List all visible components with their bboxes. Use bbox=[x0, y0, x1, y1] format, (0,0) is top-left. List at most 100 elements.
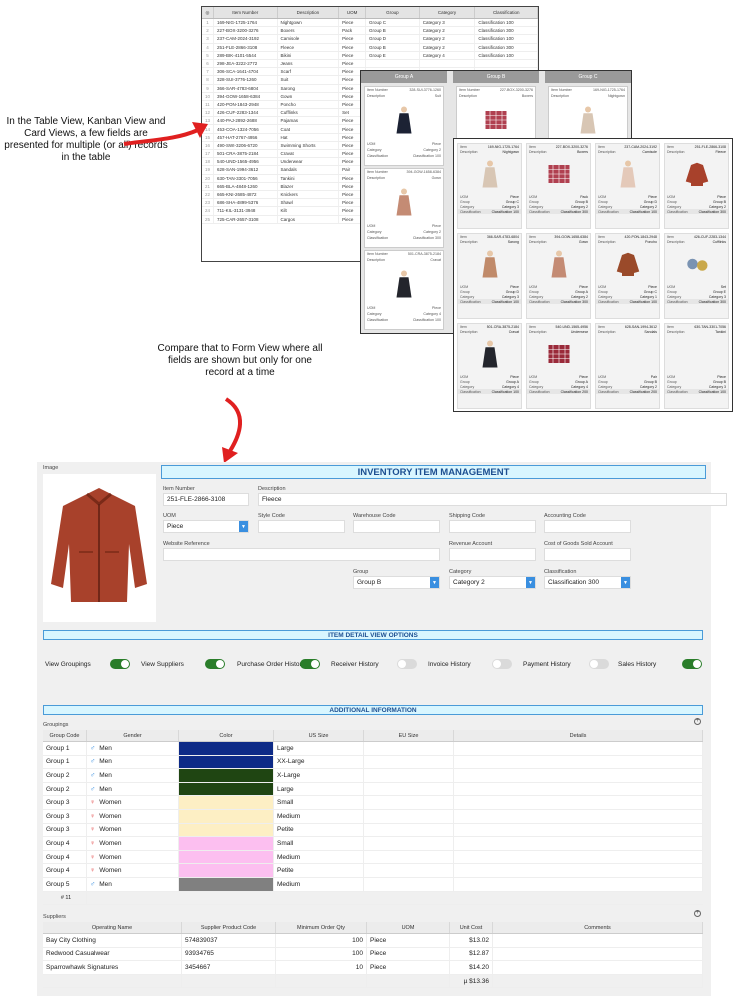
item-card[interactable]: Item 501-CRA-3875-2184 Description Cravat UO… bbox=[457, 323, 522, 409]
item-description: Poncho bbox=[645, 239, 657, 244]
field-value: Category 2 bbox=[570, 294, 588, 299]
column-header[interactable]: Description bbox=[278, 7, 340, 18]
table-row[interactable]: Group 4 ♀ Women Petite bbox=[43, 864, 703, 878]
description-field[interactable]: Fleece bbox=[258, 493, 727, 506]
column-header[interactable]: Supplier Product Code bbox=[182, 922, 276, 933]
female-icon: ♀ bbox=[90, 812, 96, 820]
chevron-down-icon[interactable]: ▼ bbox=[430, 577, 439, 588]
table-row[interactable]: Group 4 ♀ Women Medium bbox=[43, 850, 703, 865]
item-card[interactable]: Item 251-FLE-2866-3108 Description Fleece UO… bbox=[664, 143, 729, 229]
table-row[interactable]: Group 3 ♀ Women Medium bbox=[43, 809, 703, 824]
toggle-switch[interactable] bbox=[589, 659, 609, 669]
chevron-down-icon[interactable]: ▼ bbox=[621, 577, 630, 588]
warehouse-code-field[interactable] bbox=[353, 520, 440, 533]
item-card[interactable]: Item 630-TAN-3301-7056 Description Tankini U… bbox=[664, 323, 729, 409]
column-header[interactable]: US Size bbox=[274, 730, 364, 741]
table-row[interactable]: Group 2 ♂ Men Large bbox=[43, 782, 703, 797]
table-row[interactable]: Group 5 ♂ Men Medium bbox=[43, 877, 703, 892]
kanban-column-header[interactable]: Group B bbox=[453, 71, 539, 83]
category-select[interactable]: Category 2 ▼ bbox=[449, 576, 536, 589]
item-card[interactable]: Item 227-BOX-3200-3276 Description Boxers UO… bbox=[526, 143, 591, 229]
column-header[interactable]: Minimum Order Qty bbox=[276, 922, 367, 933]
toggle-switch[interactable] bbox=[492, 659, 512, 669]
item-card[interactable]: Item 628-SAN-1994-3612 Description Sandals U… bbox=[595, 323, 660, 409]
gender-value: Women bbox=[99, 799, 122, 807]
column-header[interactable]: Group Code bbox=[43, 730, 87, 741]
kanban-card[interactable]: Item Number 394-GOW-1658-6384 Description G… bbox=[364, 168, 444, 248]
table-row[interactable]: Redwood Casualwear 93934765 100 Piece $12.87 bbox=[43, 947, 703, 962]
item-card[interactable]: Item 169-NIG-1725-1764 Description Nightgow… bbox=[457, 143, 522, 229]
item-card[interactable]: Item 420-PON-1843-2948 Description Poncho UO… bbox=[595, 233, 660, 319]
column-header[interactable]: Unit Cost bbox=[450, 922, 493, 933]
uom-select[interactable]: Piece ▼ bbox=[163, 520, 249, 533]
table-row[interactable]: 4 251-FLE-2866-3108 Fleece Piece Group B Cate… bbox=[202, 43, 538, 52]
column-header[interactable]: Gender bbox=[87, 730, 179, 741]
field-value: Group B bbox=[574, 199, 588, 204]
column-header[interactable]: UOM bbox=[367, 922, 450, 933]
warehouse-code-label: Warehouse Code bbox=[353, 513, 396, 519]
table-row[interactable]: Group 1 ♂ Men XX-Large bbox=[43, 755, 703, 770]
row-selector-icon[interactable]: ◎ bbox=[202, 7, 214, 18]
table-cell: 457-HAT-2767-4956 bbox=[214, 133, 278, 141]
revenue-account-field[interactable] bbox=[449, 548, 536, 561]
item-card[interactable]: Item 366-SAR-4783-6804 Description Sarong UO… bbox=[457, 233, 522, 319]
table-row[interactable]: Group 3 ♀ Women Small bbox=[43, 796, 703, 810]
table-row[interactable]: 2 227-BOX-3200-3276 Boxers Pack Group B Categ… bbox=[202, 27, 538, 36]
item-number-field[interactable]: 251-FLE-2866-3108 bbox=[163, 493, 249, 506]
table-cell: Sandals bbox=[278, 166, 340, 174]
column-header[interactable]: EU Size bbox=[364, 730, 454, 741]
toggle-switch[interactable] bbox=[397, 659, 417, 669]
cogs-account-field[interactable] bbox=[544, 548, 631, 561]
field-label: Item bbox=[529, 234, 536, 239]
kanban-column-header[interactable]: Group A bbox=[361, 71, 447, 83]
toggle-switch[interactable] bbox=[110, 659, 130, 669]
item-card[interactable]: Item 426-CUF-2283-1344 Description Cufflink… bbox=[664, 233, 729, 319]
toggle-switch[interactable] bbox=[205, 659, 225, 669]
column-header[interactable]: Details bbox=[454, 730, 703, 741]
column-header[interactable]: Classification bbox=[475, 7, 538, 18]
kanban-card[interactable]: Item Number 501-CRA-3875-2184 Description C… bbox=[364, 250, 444, 330]
item-card[interactable]: Item 540-UND-1565-4956 Description Underwea… bbox=[526, 323, 591, 409]
table-row[interactable]: Bay City Clothing 574839037 100 Piece $13.02 bbox=[43, 934, 703, 948]
classification-select[interactable]: Classification 300 ▼ bbox=[544, 576, 631, 589]
table-row[interactable]: Group 1 ♂ Men Large bbox=[43, 742, 703, 756]
table-row[interactable]: 1 169-NIG-1725-1764 Nightgown Piece Group CC… bbox=[202, 19, 538, 28]
column-header[interactable]: Item Number bbox=[214, 7, 278, 18]
color-cell bbox=[179, 864, 274, 877]
item-card[interactable]: Item 394-GOW-1658-6384 Description Gown UOM P… bbox=[526, 233, 591, 319]
group-select[interactable]: Group B ▼ bbox=[353, 576, 440, 589]
kanban-column-header[interactable]: Group C bbox=[545, 71, 631, 83]
add-grouping-icon[interactable]: + bbox=[694, 718, 701, 725]
Boxers-image bbox=[544, 155, 574, 193]
column-header[interactable]: Category bbox=[420, 7, 476, 18]
add-supplier-icon[interactable]: + bbox=[694, 910, 701, 917]
column-header[interactable]: Comments bbox=[493, 922, 703, 933]
gender-cell: ♀ Women bbox=[87, 864, 179, 877]
table-row[interactable]: 3 237-CAM-2024-3192 Camisole Piece Group D Ca… bbox=[202, 35, 538, 44]
table-row[interactable]: 5 289-BIK-4101-5544 Bikini Piece Group E Cate… bbox=[202, 51, 538, 60]
field-value: Category 3 bbox=[708, 294, 726, 299]
column-header[interactable]: Group bbox=[366, 7, 420, 18]
toggle-switch[interactable] bbox=[300, 659, 320, 669]
column-header[interactable]: Color bbox=[179, 730, 274, 741]
table-row[interactable]: Group 2 ♂ Men X-Large bbox=[43, 769, 703, 783]
table-row[interactable]: 6 298-JEA-3222-2772 Jeans Piece bbox=[202, 59, 538, 69]
chevron-down-icon[interactable]: ▼ bbox=[526, 577, 535, 588]
male-icon: ♂ bbox=[90, 771, 96, 779]
kanban-card[interactable]: Item Number 328-SUI-3776-1260 Description S… bbox=[364, 86, 444, 166]
row-number: 25 bbox=[202, 215, 214, 223]
shipping-code-field[interactable] bbox=[449, 520, 536, 533]
website-reference-field[interactable] bbox=[163, 548, 440, 561]
toggle-switch[interactable] bbox=[682, 659, 702, 669]
chevron-down-icon[interactable]: ▼ bbox=[239, 521, 248, 532]
table-row[interactable]: Group 3 ♀ Women Petite bbox=[43, 823, 703, 838]
gender-cell: ♂ Men bbox=[87, 755, 179, 769]
item-card[interactable]: Item 237-CAM-2024-3192 Description Camisole… bbox=[595, 143, 660, 229]
table-row[interactable]: Group 4 ♀ Women Small bbox=[43, 837, 703, 851]
accounting-code-field[interactable] bbox=[544, 520, 631, 533]
column-header[interactable]: Operating Name bbox=[43, 922, 182, 933]
column-header[interactable]: UOM bbox=[339, 7, 367, 18]
table-row[interactable]: Sparrowhawk Signatures 3454667 10 Piece $14.… bbox=[43, 961, 703, 975]
table-cell: Suit bbox=[278, 76, 340, 84]
style-code-field[interactable] bbox=[258, 520, 345, 533]
